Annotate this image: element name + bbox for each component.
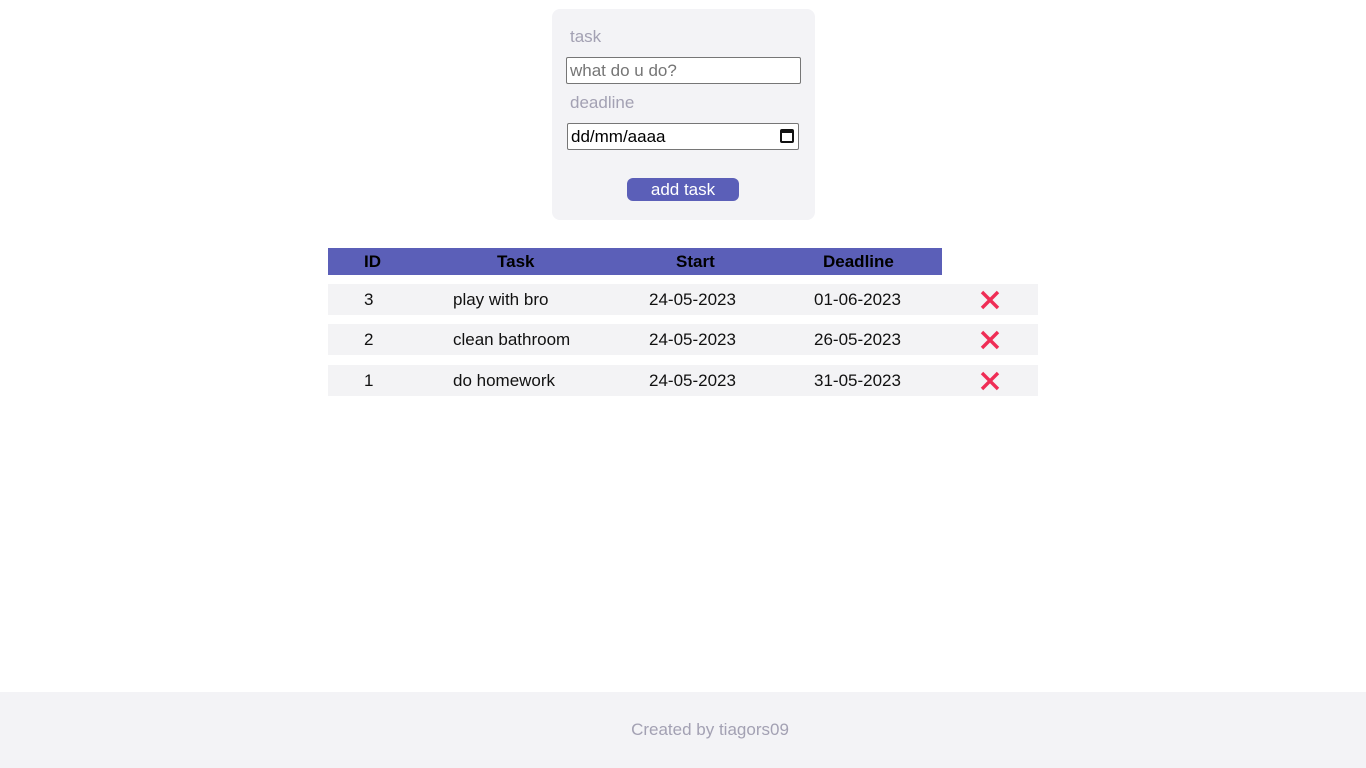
row-start: 24-05-2023: [649, 371, 736, 390]
footer: Created by tiagors09: [0, 692, 1366, 768]
close-icon[interactable]: [979, 329, 1001, 351]
header-start: Start: [676, 252, 715, 271]
deadline-date-input[interactable]: dd/mm/aaaa: [567, 123, 799, 150]
calendar-icon[interactable]: [780, 129, 794, 143]
row-task: clean bathroom: [453, 330, 571, 349]
task-label: task: [570, 27, 602, 46]
row-start: 24-05-2023: [649, 330, 736, 349]
table-header: ID Task Start Deadline: [328, 248, 942, 275]
deadline-label: deadline: [570, 93, 635, 112]
table-row: 1 do homework 24-05-2023 31-05-2023: [328, 365, 1038, 396]
row-id: 2: [364, 330, 374, 349]
row-task: play with bro: [453, 290, 549, 309]
table-row: 2 clean bathroom 24-05-2023 26-05-2023: [328, 324, 1038, 355]
header-id: ID: [364, 252, 381, 271]
row-id: 1: [364, 371, 374, 390]
row-start: 24-05-2023: [649, 290, 736, 309]
row-deadline: 01-06-2023: [814, 290, 901, 309]
header-task: Task: [497, 252, 535, 271]
deadline-date-value: dd/mm/aaaa: [571, 127, 666, 146]
row-id: 3: [364, 290, 374, 309]
close-icon[interactable]: [979, 289, 1001, 311]
add-task-form: task what do u do? deadline dd/mm/aaaa a…: [552, 9, 815, 220]
add-task-button[interactable]: add task: [627, 178, 739, 201]
close-icon[interactable]: [979, 370, 1001, 392]
header-deadline: Deadline: [823, 252, 894, 271]
table-row: 3 play with bro 24-05-2023 01-06-2023: [328, 284, 1038, 315]
row-deadline: 31-05-2023: [814, 371, 901, 390]
row-task: do homework: [453, 371, 556, 390]
task-input[interactable]: what do u do?: [566, 57, 801, 84]
footer-credit: Created by tiagors09: [631, 720, 789, 739]
row-deadline: 26-05-2023: [814, 330, 901, 349]
